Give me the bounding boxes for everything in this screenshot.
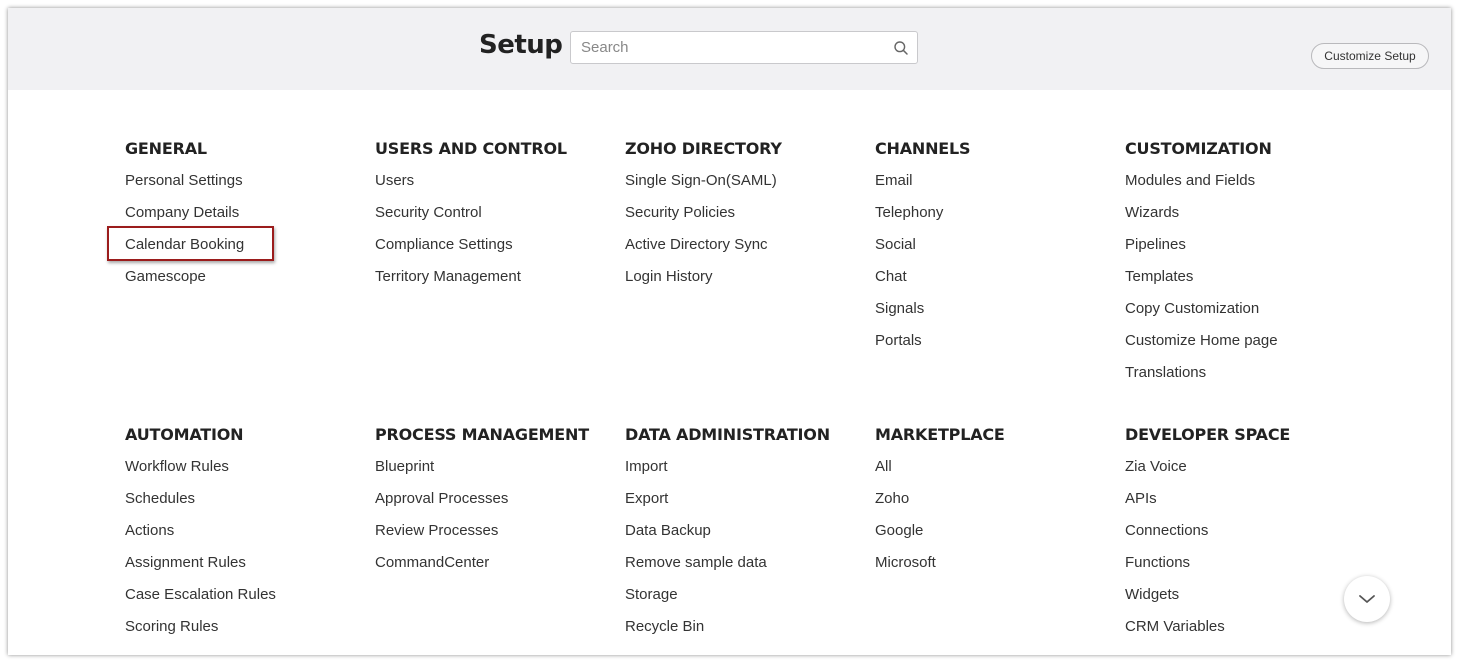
setup-link-customize-home-page[interactable]: Customize Home page <box>1125 331 1365 363</box>
setup-link-login-history[interactable]: Login History <box>625 267 865 299</box>
setup-link-personal-settings[interactable]: Personal Settings <box>125 171 365 203</box>
section-heading: AUTOMATION <box>125 425 244 444</box>
setup-link-assignment-rules[interactable]: Assignment Rules <box>125 553 365 585</box>
setup-link-import[interactable]: Import <box>625 457 865 489</box>
setup-link-chat[interactable]: Chat <box>875 267 1115 299</box>
setup-link-marketplace-google[interactable]: Google <box>875 521 1115 553</box>
setup-link-compliance-settings[interactable]: Compliance Settings <box>375 235 615 267</box>
setup-link-blueprint[interactable]: Blueprint <box>375 457 615 489</box>
setup-link-gamescope[interactable]: Gamescope <box>125 267 365 299</box>
setup-link-zia-voice[interactable]: Zia Voice <box>1125 457 1365 489</box>
section-heading: DEVELOPER SPACE <box>1125 425 1291 444</box>
setup-link-export[interactable]: Export <box>625 489 865 521</box>
section-heading: ZOHO DIRECTORY <box>625 139 782 158</box>
setup-link-territory-management[interactable]: Territory Management <box>375 267 615 299</box>
section-developer-space: DEVELOPER SPACE Zia Voice APIs Connectio… <box>1125 425 1365 649</box>
setup-link-email[interactable]: Email <box>875 171 1115 203</box>
setup-link-connections[interactable]: Connections <box>1125 521 1365 553</box>
setup-link-wizards[interactable]: Wizards <box>1125 203 1365 235</box>
setup-link-signals[interactable]: Signals <box>875 299 1115 331</box>
section-users-and-control: USERS AND CONTROL Users Security Control… <box>375 139 615 299</box>
section-channels: CHANNELS Email Telephony Social Chat Sig… <box>875 139 1115 363</box>
setup-link-single-sign-on[interactable]: Single Sign-On(SAML) <box>625 171 865 203</box>
setup-link-security-control[interactable]: Security Control <box>375 203 615 235</box>
section-heading: DATA ADMINISTRATION <box>625 425 830 444</box>
setup-link-modules-and-fields[interactable]: Modules and Fields <box>1125 171 1365 203</box>
setup-link-marketplace-zoho[interactable]: Zoho <box>875 489 1115 521</box>
setup-link-marketplace-microsoft[interactable]: Microsoft <box>875 553 1115 585</box>
setup-link-copy-customization[interactable]: Copy Customization <box>1125 299 1365 331</box>
setup-link-remove-sample-data[interactable]: Remove sample data <box>625 553 865 585</box>
setup-link-recycle-bin[interactable]: Recycle Bin <box>625 617 865 649</box>
setup-link-workflow-rules[interactable]: Workflow Rules <box>125 457 365 489</box>
section-heading: CHANNELS <box>875 139 971 158</box>
setup-link-telephony[interactable]: Telephony <box>875 203 1115 235</box>
section-heading: USERS AND CONTROL <box>375 139 567 158</box>
setup-page: Setup Customize Setup GENERAL Personal S… <box>8 8 1451 655</box>
setup-link-calendar-booking[interactable]: Calendar Booking <box>125 235 365 267</box>
setup-link-widgets[interactable]: Widgets <box>1125 585 1365 617</box>
chevron-down-icon <box>1359 595 1375 603</box>
section-data-administration: DATA ADMINISTRATION Import Export Data B… <box>625 425 865 649</box>
section-process-management: PROCESS MANAGEMENT Blueprint Approval Pr… <box>375 425 615 585</box>
section-zoho-directory: ZOHO DIRECTORY Single Sign-On(SAML) Secu… <box>625 139 865 299</box>
section-automation: AUTOMATION Workflow Rules Schedules Acti… <box>125 425 365 649</box>
setup-link-apis[interactable]: APIs <box>1125 489 1365 521</box>
setup-link-review-processes[interactable]: Review Processes <box>375 521 615 553</box>
setup-link-templates[interactable]: Templates <box>1125 267 1365 299</box>
section-marketplace: MARKETPLACE All Zoho Google Microsoft <box>875 425 1115 585</box>
section-customization: CUSTOMIZATION Modules and Fields Wizards… <box>1125 139 1365 395</box>
scroll-down-button[interactable] <box>1344 576 1390 622</box>
setup-link-marketplace-all[interactable]: All <box>875 457 1115 489</box>
setup-link-social[interactable]: Social <box>875 235 1115 267</box>
setup-link-users[interactable]: Users <box>375 171 615 203</box>
setup-link-case-escalation-rules[interactable]: Case Escalation Rules <box>125 585 365 617</box>
setup-link-approval-processes[interactable]: Approval Processes <box>375 489 615 521</box>
setup-link-portals[interactable]: Portals <box>875 331 1115 363</box>
setup-link-functions[interactable]: Functions <box>1125 553 1365 585</box>
section-heading: GENERAL <box>125 139 207 158</box>
setup-link-active-directory-sync[interactable]: Active Directory Sync <box>625 235 865 267</box>
setup-link-company-details[interactable]: Company Details <box>125 203 365 235</box>
section-general: GENERAL Personal Settings Company Detail… <box>125 139 365 299</box>
setup-sections: GENERAL Personal Settings Company Detail… <box>8 8 1451 655</box>
setup-link-translations[interactable]: Translations <box>1125 363 1365 395</box>
setup-link-storage[interactable]: Storage <box>625 585 865 617</box>
section-heading: PROCESS MANAGEMENT <box>375 425 589 444</box>
setup-link-actions[interactable]: Actions <box>125 521 365 553</box>
setup-link-scoring-rules[interactable]: Scoring Rules <box>125 617 365 649</box>
setup-link-data-backup[interactable]: Data Backup <box>625 521 865 553</box>
setup-link-crm-variables[interactable]: CRM Variables <box>1125 617 1365 649</box>
section-heading: CUSTOMIZATION <box>1125 139 1272 158</box>
setup-link-commandcenter[interactable]: CommandCenter <box>375 553 615 585</box>
section-heading: MARKETPLACE <box>875 425 1005 444</box>
setup-link-security-policies[interactable]: Security Policies <box>625 203 865 235</box>
setup-link-schedules[interactable]: Schedules <box>125 489 365 521</box>
setup-link-pipelines[interactable]: Pipelines <box>1125 235 1365 267</box>
